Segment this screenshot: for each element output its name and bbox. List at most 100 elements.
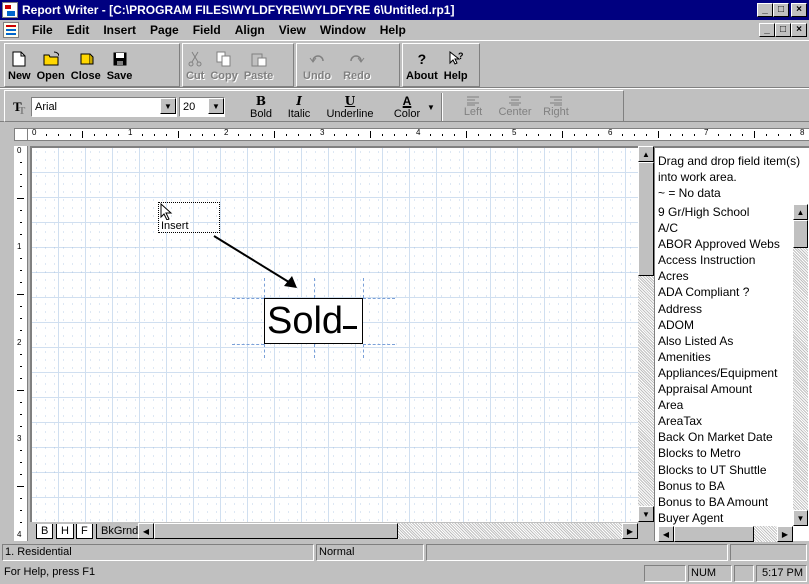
field-hscroll-thumb[interactable]: [674, 526, 754, 542]
ruler-tick: [262, 133, 263, 136]
tab-body[interactable]: B: [36, 524, 54, 539]
scroll-up-arrow-icon[interactable]: ▲: [638, 146, 654, 162]
field-scroll-down-arrow-icon[interactable]: ▼: [793, 510, 808, 526]
field-list-item[interactable]: Amenities: [658, 349, 794, 365]
hscroll-thumb[interactable]: [154, 523, 398, 539]
menu-file[interactable]: File: [25, 23, 60, 37]
scroll-down-arrow-icon[interactable]: ▼: [638, 506, 654, 522]
minimize-button[interactable]: _: [757, 3, 773, 17]
work-area-vscroll[interactable]: ▲ ▼: [638, 146, 654, 522]
color-button[interactable]: A Color: [389, 91, 425, 123]
ruler-number: 5: [512, 128, 517, 137]
field-list-item[interactable]: Address: [658, 301, 794, 317]
ruler-tick: [19, 498, 22, 499]
cut-button[interactable]: Cut: [183, 44, 207, 86]
ruler-tick: [490, 133, 491, 136]
ruler-tick: [646, 133, 647, 136]
menu-edit[interactable]: Edit: [60, 23, 97, 37]
redo-button[interactable]: Redo: [337, 44, 377, 86]
save-button[interactable]: Save: [104, 44, 136, 86]
ruler-tick: [454, 133, 455, 136]
close-doc-button[interactable]: Close: [68, 44, 104, 86]
menu-page[interactable]: Page: [143, 23, 186, 37]
field-list-hscroll[interactable]: ◀ ▶: [658, 526, 793, 542]
field-list-item[interactable]: 9 Gr/High School: [658, 204, 794, 220]
floppy-disk-icon: [112, 51, 128, 67]
field-list-item[interactable]: Blocks to Metro: [658, 445, 794, 461]
align-right-button[interactable]: Right: [539, 91, 573, 123]
tab-background[interactable]: BkGrnd: [96, 524, 144, 539]
italic-button[interactable]: I Italic: [281, 91, 317, 123]
scroll-right-arrow-icon[interactable]: ▶: [622, 523, 638, 539]
field-list-item[interactable]: Bonus to BA Amount: [658, 494, 794, 510]
field-list-item[interactable]: Back On Market Date: [658, 429, 794, 445]
menu-window[interactable]: Window: [313, 23, 373, 37]
align-center-button[interactable]: Center: [495, 91, 535, 123]
ruler-number: 0: [32, 128, 37, 137]
child-close-button[interactable]: ×: [791, 23, 807, 37]
field-list-item[interactable]: A/C: [658, 220, 794, 236]
font-dropdown-arrow-icon[interactable]: ▼: [160, 98, 176, 114]
document-icon[interactable]: [3, 22, 19, 38]
report-work-area[interactable]: Insert Sold: [30, 146, 638, 522]
field-list-item[interactable]: Appraisal Amount: [658, 381, 794, 397]
open-button[interactable]: Open: [34, 44, 68, 86]
bold-button[interactable]: B Bold: [245, 91, 277, 123]
child-minimize-button[interactable]: _: [759, 23, 775, 37]
field-list-item[interactable]: Appliances/Equipment: [658, 365, 794, 381]
guide-line: [363, 344, 364, 358]
field-list-item[interactable]: ABOR Approved Webs: [658, 236, 794, 252]
field-list-item[interactable]: Blocks to UT Shuttle: [658, 462, 794, 478]
field-list-item[interactable]: AreaTax: [658, 413, 794, 429]
size-dropdown-arrow-icon[interactable]: ▼: [208, 98, 224, 114]
about-button[interactable]: ? About: [403, 44, 441, 86]
field-scroll-left-arrow-icon[interactable]: ◀: [658, 526, 674, 542]
field-list-item[interactable]: ADA Compliant ?: [658, 284, 794, 300]
ruler-tick: [19, 450, 22, 451]
app-icon[interactable]: [2, 2, 18, 18]
tab-footer[interactable]: F: [76, 524, 93, 539]
menu-field[interactable]: Field: [186, 23, 228, 37]
context-help-button[interactable]: ? Help: [441, 44, 471, 86]
align-left-button[interactable]: Left: [457, 91, 489, 123]
ruler-tick: [562, 131, 563, 138]
menu-align[interactable]: Align: [228, 23, 272, 37]
sold-text-field[interactable]: Sold: [264, 298, 363, 344]
font-name-combo[interactable]: Arial ▼: [31, 97, 177, 117]
field-list-item[interactable]: Buyer Agent: [658, 510, 794, 526]
font-size-combo[interactable]: 20 ▼: [179, 97, 225, 117]
field-list-item[interactable]: Acres: [658, 268, 794, 284]
field-scroll-right-arrow-icon[interactable]: ▶: [777, 526, 793, 542]
color-dropdown-arrow-icon[interactable]: ▼: [427, 103, 435, 112]
close-button[interactable]: ×: [791, 3, 807, 17]
field-list-item[interactable]: Also Listed As: [658, 333, 794, 349]
menu-help[interactable]: Help: [373, 23, 413, 37]
field-list[interactable]: 9 Gr/High School A/C ABOR Approved Webs Acc…: [658, 204, 794, 526]
menu-insert[interactable]: Insert: [96, 23, 143, 37]
copy-button[interactable]: Copy: [207, 44, 241, 86]
field-list-vscroll[interactable]: ▲ ▼: [793, 204, 808, 526]
arrow-cursor-icon: [160, 203, 173, 221]
child-maximize-button[interactable]: □: [775, 23, 791, 37]
field-list-item[interactable]: ADOM: [658, 317, 794, 333]
tab-header[interactable]: H: [56, 524, 74, 539]
ruler-tick: [634, 133, 635, 136]
ruler-tick: [118, 133, 119, 136]
field-list-item[interactable]: Area: [658, 397, 794, 413]
format-toolbar: TT Arial ▼ 20 ▼ B Bold I Italic U Underl…: [0, 88, 809, 122]
font-name-value: Arial: [35, 101, 58, 113]
menu-view[interactable]: View: [272, 23, 313, 37]
ruler-number: 3: [17, 434, 22, 443]
scroll-thumb[interactable]: [638, 162, 654, 276]
field-list-item[interactable]: Bonus to BA: [658, 478, 794, 494]
field-scroll-up-arrow-icon[interactable]: ▲: [793, 204, 808, 220]
field-list-item[interactable]: Access Instruction: [658, 252, 794, 268]
work-area-hscroll[interactable]: ◀ ▶: [138, 523, 638, 539]
undo-button[interactable]: Undo: [297, 44, 337, 86]
scroll-left-arrow-icon[interactable]: ◀: [138, 523, 154, 539]
maximize-button[interactable]: □: [773, 3, 789, 17]
field-scroll-thumb[interactable]: [793, 220, 808, 248]
paste-button[interactable]: Paste: [241, 44, 276, 86]
new-button[interactable]: New: [5, 44, 34, 86]
underline-button[interactable]: U Underline: [321, 91, 379, 123]
